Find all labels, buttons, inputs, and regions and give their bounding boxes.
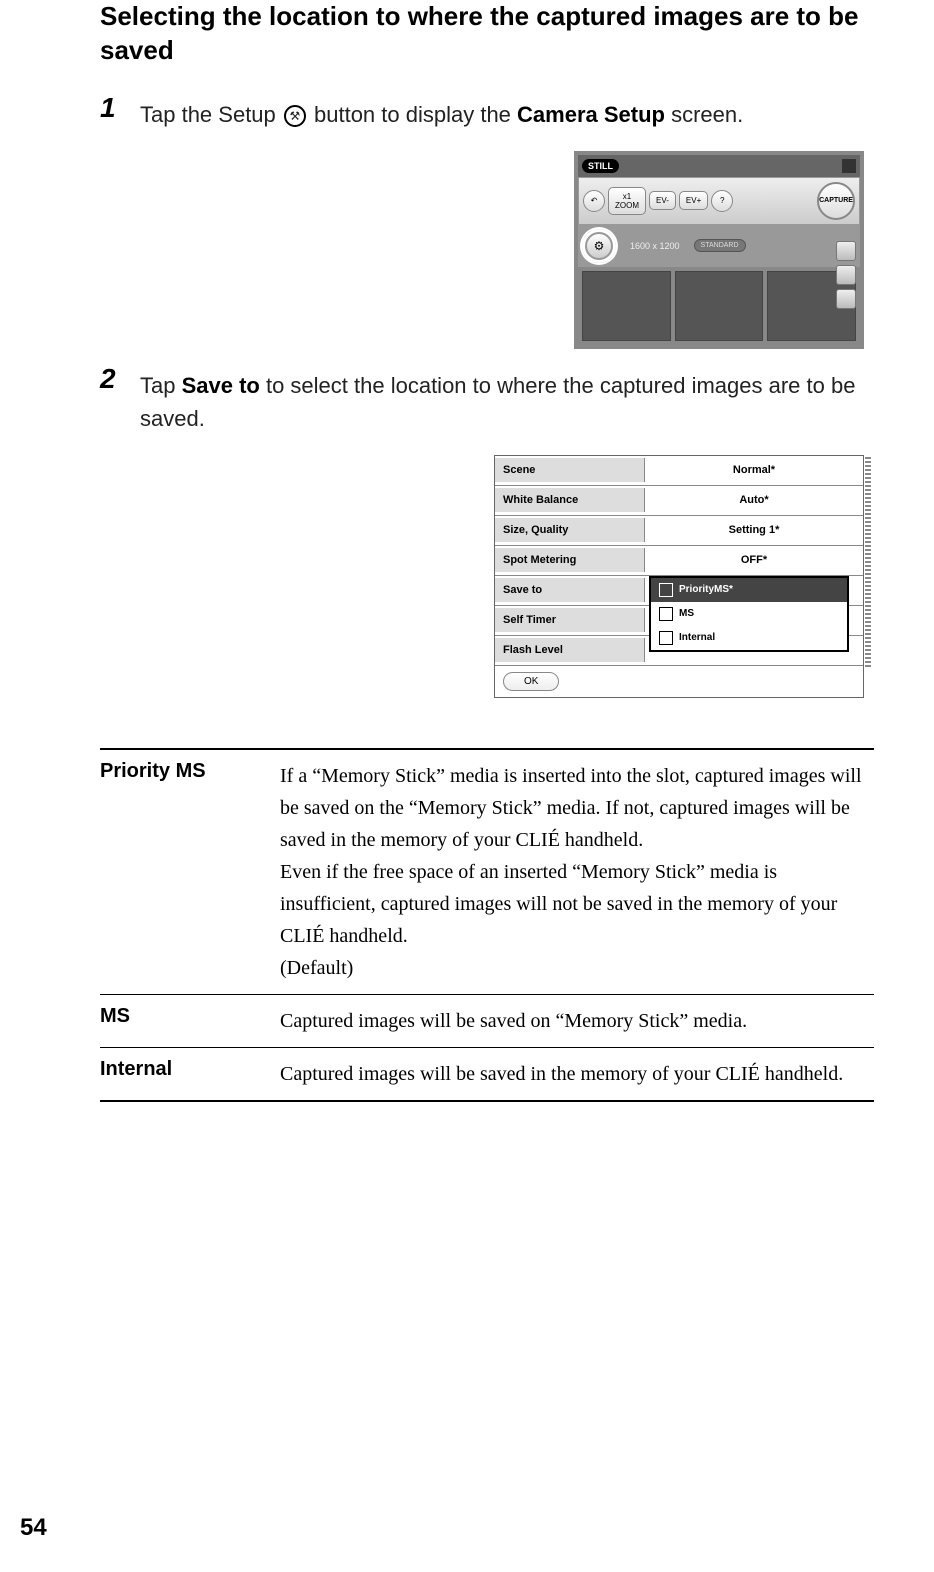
setup-row-whitebalance[interactable]: White Balance Auto* <box>495 486 863 516</box>
def-desc: If a “Memory Stick” media is inserted in… <box>280 760 874 984</box>
def-desc: Captured images will be saved in the mem… <box>280 1058 874 1090</box>
ev-plus-button[interactable]: EV+ <box>679 191 708 210</box>
topbar-icon <box>842 159 856 173</box>
camera-toolbar: ↶ x1 ZOOM EV- EV+ ? CAPTURE <box>578 177 860 225</box>
step-1-pre: Tap the Setup <box>140 102 282 127</box>
step-1-bold: Camera Setup <box>517 102 665 127</box>
step-2-bold: Save to <box>182 373 260 398</box>
scroll-indicator <box>865 456 871 667</box>
setup-row-label: Flash Level <box>495 638 645 662</box>
quality-badge: STANDARD <box>694 239 746 252</box>
def-term: MS <box>100 1005 280 1037</box>
setup-row-label: Spot Metering <box>495 548 645 572</box>
popup-item-label: MS <box>679 608 694 619</box>
step-number: 1 <box>100 92 116 124</box>
setup-row-label: Size, Quality <box>495 518 645 542</box>
def-term: Priority MS <box>100 760 280 984</box>
setup-row-scene[interactable]: Scene Normal* <box>495 456 863 486</box>
setup-wrench-icon <box>284 105 306 127</box>
camera-preview-row <box>578 267 860 345</box>
setup-row-value: Auto* <box>645 488 863 512</box>
popup-priorityms[interactable]: PriorityMS* <box>651 578 847 602</box>
memorystick-icon <box>659 583 673 597</box>
camera-setup-list: Scene Normal* White Balance Auto* Size, … <box>494 455 864 698</box>
setup-row-value: Normal* <box>645 458 863 482</box>
setup-row-label: Scene <box>495 458 645 482</box>
ok-button[interactable]: OK <box>503 672 559 691</box>
step-1: 1 Tap the Setup button to display the Ca… <box>100 98 874 131</box>
step-1-tail: screen. <box>665 102 743 127</box>
setup-button[interactable]: ⚙ <box>587 234 611 258</box>
popup-item-label: Internal <box>679 632 715 643</box>
sidebar-button[interactable] <box>836 241 856 261</box>
step-2: 2 Tap Save to to select the location to … <box>100 369 874 435</box>
step-2-pre: Tap <box>140 373 182 398</box>
step-1-post: button to display the <box>308 102 517 127</box>
def-desc: Captured images will be saved on “Memory… <box>280 1005 874 1037</box>
setup-row-label: White Balance <box>495 488 645 512</box>
internal-icon <box>659 631 673 645</box>
still-mode-badge: STILL <box>582 159 619 173</box>
setup-row-label: Save to <box>495 578 645 602</box>
page-number: 54 <box>20 1514 47 1542</box>
capture-button[interactable]: CAPTURE <box>817 182 855 220</box>
back-button[interactable]: ↶ <box>583 190 605 212</box>
def-row-ms: MS Captured images will be saved on “Mem… <box>100 995 874 1048</box>
def-row-internal: Internal Captured images will be saved i… <box>100 1048 874 1102</box>
preview-slot <box>582 271 671 341</box>
saveto-popup: PriorityMS* MS Internal <box>649 576 849 652</box>
setup-button-highlight: ⚙ <box>582 229 616 263</box>
sidebar-button[interactable] <box>836 289 856 309</box>
setup-row-value: Setting 1* <box>645 518 863 542</box>
setup-row-value: OFF* <box>645 548 863 572</box>
setup-row-spotmetering[interactable]: Spot Metering OFF* <box>495 546 863 576</box>
section-title: Selecting the location to where the capt… <box>100 0 874 68</box>
popup-ms[interactable]: MS <box>651 602 847 626</box>
camera-midbar: ⚙ 1600 x 1200 STANDARD <box>578 225 860 267</box>
zoom-x1-button[interactable]: x1 ZOOM <box>608 187 646 215</box>
sidebar-button[interactable] <box>836 265 856 285</box>
preview-slot <box>675 271 764 341</box>
camera-ui-screenshot: STILL ↶ x1 ZOOM EV- EV+ ? CAPTURE ⚙ 1600… <box>574 151 864 349</box>
def-term: Internal <box>100 1058 280 1090</box>
resolution-text: 1600 x 1200 <box>620 241 690 251</box>
step-number: 2 <box>100 363 116 395</box>
camera-sidebar <box>836 241 860 309</box>
memorystick-icon <box>659 607 673 621</box>
def-row-priorityms: Priority MS If a “Memory Stick” media is… <box>100 750 874 995</box>
step-1-text: Tap the Setup button to display the Came… <box>140 98 874 131</box>
camera-topbar: STILL <box>578 155 860 177</box>
popup-internal[interactable]: Internal <box>651 626 847 650</box>
step-2-text: Tap Save to to select the location to wh… <box>140 369 874 435</box>
setup-row-label: Self Timer <box>495 608 645 632</box>
ev-minus-button[interactable]: EV- <box>649 191 676 210</box>
help-button[interactable]: ? <box>711 190 733 212</box>
setup-row-sizequality[interactable]: Size, Quality Setting 1* <box>495 516 863 546</box>
definition-table: Priority MS If a “Memory Stick” media is… <box>100 748 874 1102</box>
popup-item-label: PriorityMS* <box>679 584 733 595</box>
